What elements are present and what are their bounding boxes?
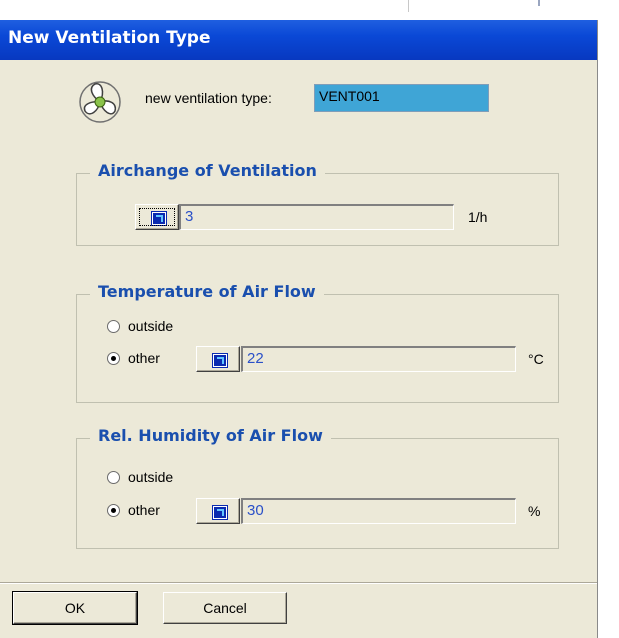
airchange-value-field[interactable]: 3 — [179, 204, 454, 230]
airchange-lookup-button[interactable] — [135, 204, 179, 230]
fan-icon — [79, 81, 121, 123]
temperature-other-label: other — [128, 350, 160, 366]
ok-button[interactable]: OK — [12, 591, 138, 625]
humidity-other-radio[interactable] — [107, 504, 120, 517]
humidity-outside-label: outside — [128, 469, 174, 485]
temperature-other-radio[interactable] — [107, 352, 120, 365]
humidity-value-field[interactable]: 30 — [241, 498, 516, 524]
title-bar[interactable]: New Ventilation Type — [0, 20, 597, 60]
ventilation-type-input[interactable]: VENT001 — [314, 84, 489, 112]
cancel-button[interactable]: Cancel — [163, 592, 287, 624]
ventilation-type-label: new ventilation type: — [145, 90, 272, 106]
lookup-icon — [151, 211, 167, 226]
temperature-lookup-button[interactable] — [196, 346, 240, 372]
lookup-icon — [212, 505, 228, 520]
airchange-group-title: Airchange of Ventilation — [90, 161, 325, 180]
temperature-unit: °C — [528, 351, 544, 367]
humidity-group-title: Rel. Humidity of Air Flow — [90, 426, 331, 445]
temperature-outside-radio[interactable] — [107, 320, 120, 333]
humidity-unit: % — [528, 503, 541, 519]
divider — [408, 0, 409, 12]
dialog-title: New Ventilation Type — [8, 28, 211, 48]
humidity-outside-radio[interactable] — [107, 471, 120, 484]
new-ventilation-type-dialog: New Ventilation Type new ventilation typ… — [0, 20, 598, 638]
temperature-value-field[interactable]: 22 — [241, 346, 516, 372]
separator — [0, 582, 597, 584]
temperature-outside-label: outside — [128, 318, 174, 334]
temperature-group-title: Temperature of Air Flow — [90, 282, 324, 301]
humidity-lookup-button[interactable] — [196, 498, 240, 524]
background-window-strip — [0, 0, 619, 20]
humidity-group — [76, 438, 559, 549]
divider — [538, 0, 540, 6]
lookup-icon — [212, 353, 228, 368]
airchange-unit: 1/h — [468, 209, 488, 225]
humidity-other-label: other — [128, 502, 160, 518]
